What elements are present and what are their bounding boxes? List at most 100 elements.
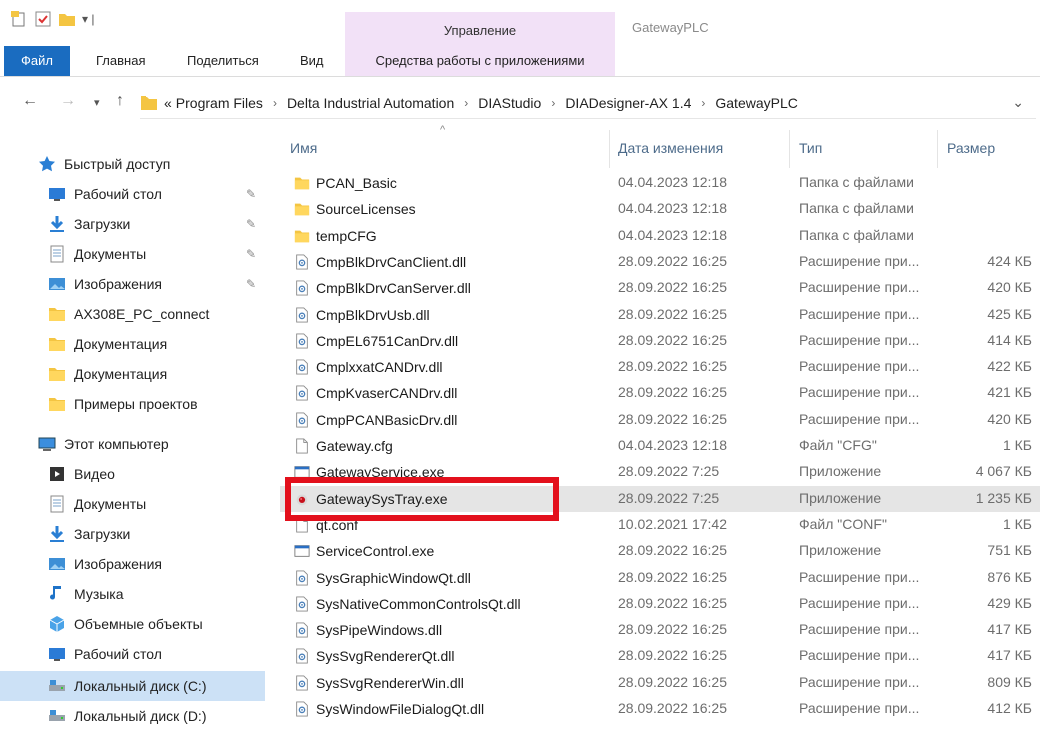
file-name-cell: SourceLicenses [294, 200, 416, 218]
column-header-name[interactable]: Имя [290, 140, 317, 156]
file-name-cell: GatewaySysTray.exe [294, 490, 448, 508]
file-name-cell: SysWindowFileDialogQt.dll [294, 700, 484, 718]
file-row[interactable]: CmplxxatCANDrv.dll 28.09.2022 16:25 Расшир… [280, 354, 1040, 380]
breadcrumb-diadesigner[interactable]: DIADesigner-AX 1.4 [565, 95, 691, 111]
sidebar-item[interactable]: Документация [0, 329, 265, 359]
chevron-right-icon[interactable]: › [551, 96, 555, 110]
sidebar-item[interactable]: AX308E_PC_connect [0, 299, 265, 329]
column-header-size[interactable]: Размер [947, 140, 995, 156]
file-row[interactable]: CmpKvaserCANDrv.dll 28.09.2022 16:25 Расши… [280, 380, 1040, 406]
sidebar-item[interactable]: Загрузки [0, 519, 265, 549]
up-arrow-icon[interactable]: ↑ [116, 92, 124, 110]
chevron-down-icon[interactable]: ⌄ [1012, 94, 1024, 111]
file-row[interactable]: SysNativeCommonControlsQt.dll 28.09.2022 … [280, 591, 1040, 617]
sidebar-item-label: Локальный диск (C:) [74, 678, 207, 694]
file-size: 417 КБ [987, 621, 1032, 638]
file-row[interactable]: GatewaySysTray.exe 28.09.2022 7:25 Приложе… [280, 485, 1040, 512]
file-name: SysNativeCommonControlsQt.dll [316, 595, 521, 612]
file-date: 28.09.2022 16:25 [618, 594, 727, 611]
file-row[interactable]: Gateway.cfg 04.04.2023 12:18 Файл "CFG" 1 К… [280, 433, 1040, 459]
sidebar-item[interactable]: Объемные объекты [0, 609, 265, 639]
file-row[interactable]: SourceLicenses 04.04.2023 12:18 Папка с фа… [280, 196, 1040, 222]
file-row[interactable]: CmpBlkDrvUsb.dll 28.09.2022 16:25 Расширен… [280, 302, 1040, 328]
file-list: ^ Имя Дата изменения Тип Размер PCAN_Bas… [280, 124, 1040, 728]
column-header-row: ^ Имя Дата изменения Тип Размер [280, 124, 1040, 168]
tab-share[interactable]: Поделиться [187, 46, 259, 76]
column-header-date[interactable]: Дата изменения [618, 140, 723, 156]
checkmark-icon[interactable] [34, 10, 52, 28]
path-overflow[interactable]: « [164, 95, 172, 111]
file-size: 1 КБ [1002, 437, 1032, 453]
file-name-cell: CmpBlkDrvCanServer.dll [294, 279, 471, 297]
tab-home[interactable]: Главная [96, 46, 145, 76]
sidebar-item[interactable]: Документы [0, 489, 265, 519]
file-size: 876 КБ [987, 568, 1032, 585]
sidebar-item[interactable]: Изображения [0, 549, 265, 579]
breadcrumb-gatewayplc[interactable]: GatewayPLC [715, 95, 797, 111]
file-size: 417 КБ [987, 647, 1032, 664]
sidebar-item[interactable]: Изображения ✎ [0, 269, 265, 299]
breadcrumb-diastudio[interactable]: DIAStudio [478, 95, 541, 111]
chevron-right-icon[interactable]: › [701, 96, 705, 110]
file-row[interactable]: SysGraphicWindowQt.dll 28.09.2022 16:25 Ра… [280, 565, 1040, 591]
file-row[interactable]: CmpBlkDrvCanClient.dll 28.09.2022 16:25 Ра… [280, 249, 1040, 275]
chevron-right-icon[interactable]: › [464, 96, 468, 110]
file-name-cell: tempCFG [294, 227, 377, 245]
sidebar-item[interactable]: Локальный диск (D:) [0, 701, 265, 731]
file-type: Расширение при... [799, 594, 920, 611]
file-row[interactable]: tempCFG 04.04.2023 12:18 Папка с файлами [280, 223, 1040, 249]
column-divider[interactable] [789, 130, 790, 168]
file-row[interactable]: ServiceControl.exe 28.09.2022 16:25 Прилож… [280, 538, 1040, 564]
file-row[interactable]: CmpEL6751CanDrv.dll 28.09.2022 16:25 Расши… [280, 328, 1040, 354]
sidebar-item[interactable]: Примеры проектов [0, 389, 265, 419]
pin-icon[interactable]: ✎ [246, 187, 256, 201]
sidebar-item[interactable]: Быстрый доступ [0, 149, 265, 179]
file-row[interactable]: PCAN_Basic 04.04.2023 12:18 Папка с файлам… [280, 170, 1040, 196]
breadcrumb-delta-industrial-automation[interactable]: Delta Industrial Automation [287, 95, 454, 111]
file-row[interactable]: GatewayService.exe 28.09.2022 7:25 Приложе… [280, 459, 1040, 485]
file-row[interactable]: SysWindowFileDialogQt.dll 28.09.2022 16:2… [280, 696, 1040, 722]
tab-file[interactable]: Файл [4, 46, 70, 76]
tab-application-tools[interactable]: Средства работы с приложениями [345, 46, 615, 76]
file-row[interactable]: CmpPCANBasicDrv.dll 28.09.2022 16:25 Расши… [280, 407, 1040, 433]
file-row[interactable]: SysSvgRendererWin.dll 28.09.2022 16:25 Рас… [280, 670, 1040, 696]
file-type: Приложение [799, 489, 882, 506]
sidebar-item[interactable]: Документы ✎ [0, 239, 265, 269]
sidebar-item[interactable]: Загрузки ✎ [0, 209, 265, 239]
folder-icon [294, 177, 310, 190]
breadcrumb-program-files[interactable]: Program Files [176, 95, 263, 111]
file-row[interactable]: SysSvgRendererQt.dll 28.09.2022 16:25 Расш… [280, 643, 1040, 669]
properties-icon[interactable] [10, 10, 28, 28]
sidebar-item[interactable]: Рабочий стол [0, 639, 265, 669]
file-row[interactable]: qt.conf 10.02.2021 17:42 Файл "CONF" 1 КБ [280, 512, 1040, 538]
pin-icon[interactable]: ✎ [246, 217, 256, 231]
sidebar-item[interactable]: Видео [0, 459, 265, 489]
chevron-right-icon[interactable]: › [273, 96, 277, 110]
file-name: tempCFG [316, 227, 377, 244]
qat-dropdown-icon[interactable]: ▾ | [82, 12, 94, 26]
column-header-type[interactable]: Тип [799, 140, 822, 156]
file-type: Расширение при... [799, 279, 920, 296]
new-folder-icon[interactable] [58, 10, 76, 28]
address-bar[interactable]: « Program Files › Delta Industrial Autom… [140, 88, 1036, 119]
sidebar-item[interactable]: Локальный диск (C:) [0, 671, 265, 701]
recent-locations-icon[interactable]: ▾ [94, 96, 100, 109]
sidebar-item[interactable]: Рабочий стол ✎ [0, 179, 265, 209]
back-arrow-icon[interactable]: ← [22, 92, 38, 110]
file-row[interactable]: SysPipeWindows.dll 28.09.2022 16:25 Расшир… [280, 617, 1040, 643]
sidebar-item[interactable]: Документация [0, 359, 265, 389]
column-divider[interactable] [609, 130, 610, 168]
sidebar-item-label: Музыка [74, 586, 124, 602]
dll-icon [296, 596, 308, 612]
forward-arrow-icon[interactable]: → [60, 92, 76, 110]
pin-icon[interactable]: ✎ [246, 277, 256, 291]
column-divider[interactable] [937, 130, 938, 168]
sidebar-item[interactable]: Этот компьютер [0, 429, 265, 459]
tab-view[interactable]: Вид [300, 46, 324, 76]
file-name-cell: CmpBlkDrvUsb.dll [294, 306, 430, 324]
file-row[interactable]: CmpBlkDrvCanServer.dll 28.09.2022 16:25 Ра… [280, 275, 1040, 301]
context-group-label: Управление [443, 23, 517, 38]
pin-icon[interactable]: ✎ [246, 247, 256, 261]
sidebar-item-label: Быстрый доступ [64, 156, 171, 172]
sidebar-item[interactable]: Музыка [0, 579, 265, 609]
